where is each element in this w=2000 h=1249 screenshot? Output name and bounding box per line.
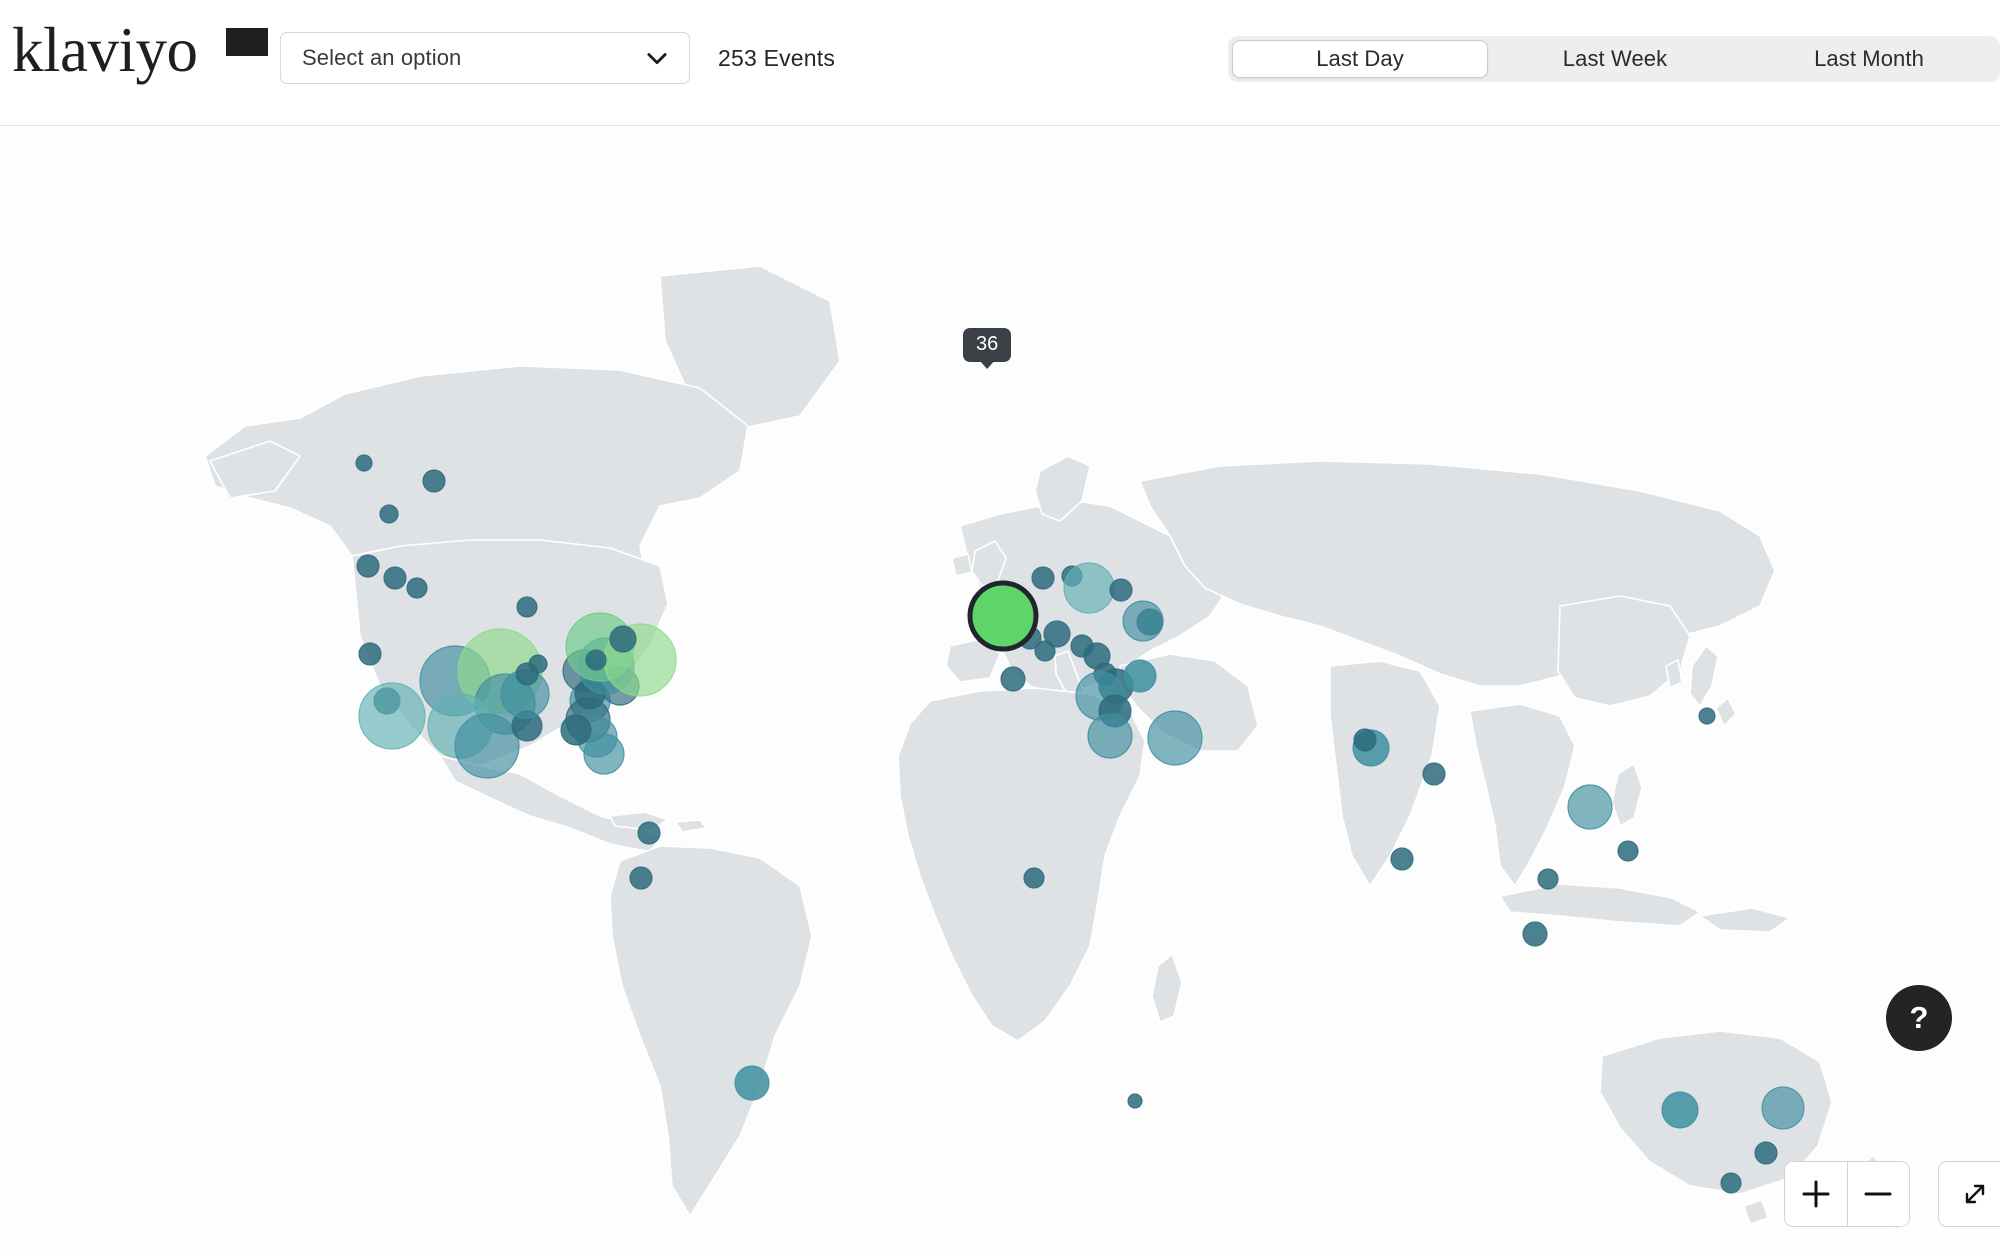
range-option-last-month[interactable]: Last Month [1742, 40, 1996, 78]
event-bubble[interactable] [379, 504, 399, 524]
events-count-label: 253 Events [718, 45, 836, 71]
event-select-control[interactable]: Select an option [280, 32, 690, 84]
question-mark-icon: ? [1909, 1000, 1929, 1035]
event-bubble[interactable] [355, 454, 373, 472]
minus-icon [1861, 1177, 1895, 1211]
event-bubble[interactable] [1122, 600, 1164, 642]
zoom-out-button[interactable] [1846, 1162, 1909, 1226]
map-zoom-controls[interactable] [1784, 1161, 1910, 1227]
event-bubble[interactable] [1000, 666, 1026, 692]
event-bubble[interactable] [1034, 640, 1056, 662]
event-bubble[interactable] [356, 554, 380, 578]
event-bubble[interactable] [629, 866, 653, 890]
event-bubble[interactable] [1127, 1093, 1143, 1109]
event-bubble[interactable] [528, 654, 548, 674]
event-bubble[interactable] [1522, 921, 1548, 947]
expand-arrows-icon [1960, 1179, 1990, 1209]
event-bubble[interactable] [516, 596, 538, 618]
event-bubble[interactable] [560, 714, 592, 746]
event-bubble[interactable] [1147, 710, 1203, 766]
event-bubble[interactable] [1390, 847, 1414, 871]
time-range-toggle[interactable]: Last Day Last Week Last Month [1228, 36, 2000, 82]
klaviyo-logo: klaviyo [8, 14, 268, 86]
event-bubble[interactable] [1023, 867, 1045, 889]
event-bubble[interactable] [1761, 1086, 1805, 1130]
event-bubble[interactable] [1422, 762, 1446, 786]
event-bubble[interactable] [583, 733, 625, 775]
event-bubble[interactable] [358, 642, 382, 666]
highlighted-event-bubble[interactable] [967, 580, 1039, 652]
event-bubble[interactable] [1720, 1172, 1742, 1194]
world-map[interactable]: 36 ? [0, 126, 2000, 1249]
event-bubble[interactable] [1109, 578, 1133, 602]
logo-wordmark: klaviyo [12, 15, 198, 85]
event-bubble[interactable] [734, 1065, 770, 1101]
event-select-value: Select an option [302, 45, 462, 70]
event-bubble[interactable] [1353, 728, 1377, 752]
event-bubble[interactable] [1567, 784, 1613, 830]
event-bubble[interactable] [585, 649, 607, 671]
event-bubble[interactable] [406, 577, 428, 599]
event-bubble[interactable] [422, 469, 446, 493]
klaviyo-flag-icon [226, 26, 268, 65]
event-bubble[interactable] [637, 821, 661, 845]
event-bubble[interactable] [1617, 840, 1639, 862]
event-bubble[interactable] [358, 682, 426, 750]
event-bubble[interactable] [383, 566, 407, 590]
fullscreen-button[interactable] [1938, 1161, 2000, 1227]
app-header: klaviyo Select an option 253 Events Last… [0, 0, 2000, 126]
map-dashboard: klaviyo Select an option 253 Events Last… [0, 0, 2000, 1249]
event-bubble[interactable] [454, 713, 520, 779]
range-option-last-day[interactable]: Last Day [1232, 40, 1488, 78]
event-bubble[interactable] [1087, 713, 1133, 759]
chevron-down-icon [643, 44, 671, 72]
map-canvas [204, 265, 1913, 1231]
event-bubble[interactable] [1031, 566, 1055, 590]
event-bubble[interactable] [609, 625, 637, 653]
range-option-last-week[interactable]: Last Week [1488, 40, 1742, 78]
tooltip-value: 36 [976, 333, 999, 355]
event-bubble[interactable] [1063, 562, 1115, 614]
map-tooltip: 36 [963, 328, 1012, 362]
event-bubble[interactable] [1123, 659, 1157, 693]
event-select-dropdown[interactable]: Select an option [280, 32, 690, 84]
event-bubble[interactable] [1698, 707, 1716, 725]
zoom-in-button[interactable] [1785, 1162, 1847, 1226]
help-button[interactable]: ? [1886, 985, 1952, 1051]
event-bubble[interactable] [1661, 1091, 1699, 1129]
event-bubble[interactable] [1537, 868, 1559, 890]
event-bubble[interactable] [1754, 1141, 1778, 1165]
plus-icon [1799, 1177, 1833, 1211]
